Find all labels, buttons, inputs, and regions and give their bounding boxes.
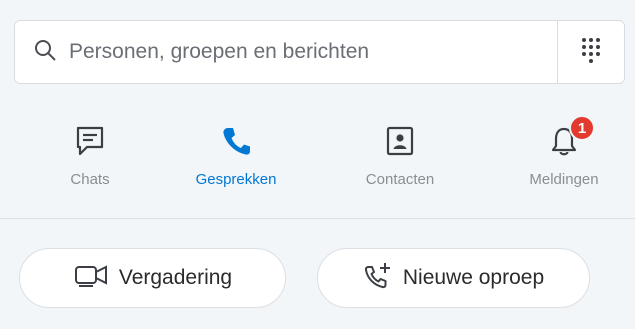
nav-item-calls[interactable]: Gesprekken (166, 105, 306, 213)
search-input[interactable] (67, 39, 531, 65)
nav-label-calls: Gesprekken (195, 171, 277, 188)
search-bar (14, 20, 625, 84)
meeting-button-label: Vergadering (118, 266, 233, 289)
main-nav: Chats Gesprekken Contacten 1 Meldingen (14, 105, 625, 213)
divider (0, 218, 635, 219)
phone-add-icon (363, 261, 403, 295)
chat-icon (75, 105, 105, 157)
video-camera-icon (73, 262, 119, 294)
search-field[interactable] (15, 21, 557, 83)
dialpad-icon (580, 37, 602, 68)
phone-icon (221, 105, 251, 157)
bell-icon: 1 (549, 105, 595, 157)
nav-label-chats: Chats (70, 171, 110, 188)
nav-label-contacts: Contacten (365, 171, 435, 188)
dialpad-button[interactable] (557, 21, 624, 83)
new-call-button[interactable]: Nieuwe oproep (317, 248, 590, 308)
search-icon (33, 38, 57, 67)
nav-item-notifications[interactable]: 1 Meldingen (494, 105, 634, 213)
nav-item-chats[interactable]: Chats (20, 105, 160, 213)
nav-item-contacts[interactable]: Contacten (330, 105, 470, 213)
notification-badge: 1 (569, 115, 595, 141)
nav-label-notifications: Meldingen (529, 171, 599, 188)
contact-card-icon (385, 105, 415, 157)
new-call-button-label: Nieuwe oproep (402, 266, 545, 289)
meeting-button[interactable]: Vergadering (19, 248, 286, 308)
